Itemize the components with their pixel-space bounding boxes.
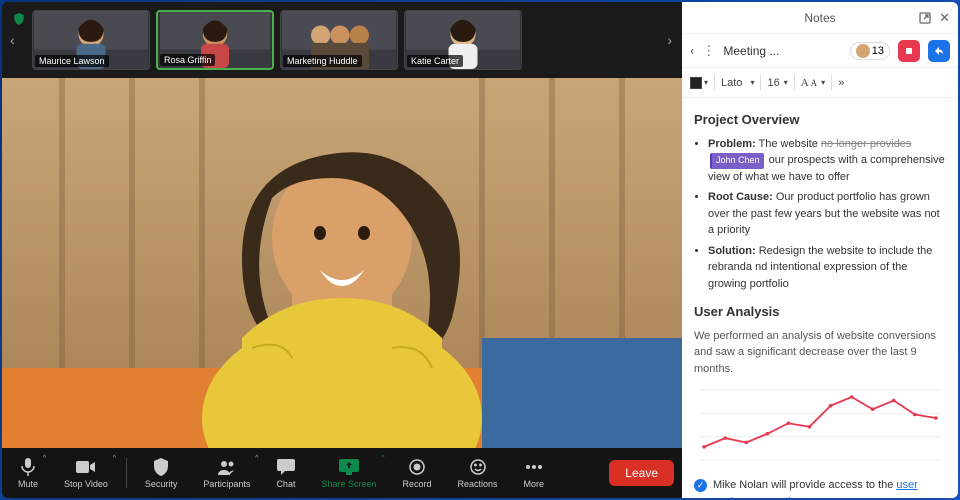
shield-icon	[153, 457, 169, 477]
conversion-chart	[694, 385, 946, 465]
thumbnail-label: Marketing Huddle	[283, 55, 362, 67]
heading-project-overview: Project Overview	[694, 110, 946, 130]
meeting-panel: ‹ Maurice Lawson Rosa Griffin Marketing Hu…	[2, 2, 682, 498]
chevron-up-icon[interactable]: ^	[255, 455, 258, 462]
checkbox-icon[interactable]: ✓	[694, 479, 707, 492]
share-screen-label: Share Screen	[321, 479, 376, 489]
mute-label: Mute	[18, 479, 38, 489]
thumbnail-label: Katie Carter	[407, 55, 463, 67]
size-picker[interactable]: 16 ▾	[767, 77, 787, 89]
toolbar-divider	[126, 458, 127, 488]
record-icon	[409, 457, 425, 477]
participants-button[interactable]: ^ Participants	[195, 453, 258, 493]
participant-chip[interactable]: 13	[850, 42, 890, 60]
share-note-button[interactable]	[928, 40, 950, 62]
popout-icon[interactable]	[919, 10, 931, 26]
overview-list: Problem: The website no longer providesJ…	[694, 136, 946, 293]
task-list: ✓ Mike Nolan will provide access to the u…	[694, 477, 946, 498]
chat-icon	[277, 457, 295, 477]
collaborator-cursor: John Chen	[710, 153, 764, 169]
notes-panel: Notes ✕ ‹ ⋮ Meeting ... 13	[682, 2, 958, 498]
app-window: ‹ Maurice Lawson Rosa Griffin Marketing Hu…	[2, 2, 958, 498]
more-label: More	[524, 479, 545, 489]
task-text: Mike Nolan will provide access to the us…	[713, 477, 946, 498]
stop-video-label: Stop Video	[64, 479, 108, 489]
security-button[interactable]: Security	[137, 453, 186, 493]
stop-video-button[interactable]: ^ Stop Video	[56, 453, 116, 493]
notes-body[interactable]: Project Overview Problem: The website no…	[682, 98, 958, 498]
chat-label: Chat	[276, 479, 295, 489]
heading-user-analysis: User Analysis	[694, 302, 946, 322]
task-item[interactable]: ✓ Mike Nolan will provide access to the u…	[694, 477, 946, 498]
chevron-up-icon[interactable]: ^	[113, 455, 116, 462]
text-style-picker[interactable]: AA ▾	[801, 77, 825, 89]
list-item: Problem: The website no longer providesJ…	[708, 136, 946, 186]
chevron-up-icon[interactable]: ^	[43, 455, 46, 462]
thumbnail[interactable]: Katie Carter	[404, 10, 522, 70]
list-item: Solution: Redesign the website to includ…	[708, 243, 946, 293]
notes-title: Notes	[804, 11, 835, 25]
format-toolbar: ▾ Lato ▾ 16 ▾ AA ▾ »	[682, 68, 958, 98]
reactions-button[interactable]: Reactions	[450, 453, 506, 493]
share-screen-icon	[339, 457, 359, 477]
leave-button[interactable]: Leave	[609, 460, 674, 486]
record-label: Record	[403, 479, 432, 489]
video-icon	[76, 457, 96, 477]
analysis-paragraph: We performed an analysis of website conv…	[694, 328, 946, 378]
more-format-icon[interactable]: »	[838, 77, 844, 89]
thumbnail[interactable]: Marketing Huddle	[280, 10, 398, 70]
avatar	[856, 44, 870, 58]
thumbnail-label: Rosa Griffin	[160, 54, 215, 66]
chevron-up-icon[interactable]: ^	[381, 455, 384, 462]
more-button[interactable]: More	[516, 453, 553, 493]
share-screen-button[interactable]: ^ Share Screen	[313, 453, 384, 493]
font-picker[interactable]: Lato ▾	[721, 77, 754, 89]
chat-button[interactable]: Chat	[268, 453, 303, 493]
shield-icon	[12, 12, 26, 29]
thumbnail-label: Maurice Lawson	[35, 55, 109, 67]
close-icon[interactable]: ✕	[939, 10, 950, 26]
main-video	[2, 78, 682, 448]
participants-icon	[217, 457, 237, 477]
notes-subheader: ‹ ⋮ Meeting ... 13	[682, 34, 958, 68]
color-picker[interactable]: ▾	[690, 77, 708, 89]
mute-button[interactable]: ^ Mute	[10, 453, 46, 493]
back-icon[interactable]: ‹	[690, 43, 694, 58]
kebab-icon[interactable]: ⋮	[702, 43, 715, 59]
record-button[interactable]: Record	[395, 453, 440, 493]
task-link[interactable]: user testing summaries	[713, 479, 918, 498]
thumbnail[interactable]: Maurice Lawson	[32, 10, 150, 70]
thumbnail[interactable]: Rosa Griffin	[156, 10, 274, 70]
breadcrumb[interactable]: Meeting ...	[723, 44, 841, 58]
meeting-toolbar: ^ Mute ^ Stop Video Security ^ Par	[2, 448, 682, 498]
participant-count: 13	[872, 45, 884, 57]
reactions-icon	[470, 457, 486, 477]
chevron-left-icon[interactable]: ‹	[10, 32, 15, 48]
participants-label: Participants	[203, 479, 250, 489]
security-label: Security	[145, 479, 178, 489]
microphone-icon	[20, 457, 36, 477]
chevron-right-icon[interactable]: ›	[667, 32, 672, 48]
record-note-button[interactable]	[898, 40, 920, 62]
reactions-label: Reactions	[458, 479, 498, 489]
list-item: Root Cause: Our product portfolio has gr…	[708, 189, 946, 239]
more-icon	[525, 457, 543, 477]
thumbnail-strip: ‹ Maurice Lawson Rosa Griffin Marketing Hu…	[2, 2, 682, 78]
notes-header: Notes ✕	[682, 2, 958, 34]
